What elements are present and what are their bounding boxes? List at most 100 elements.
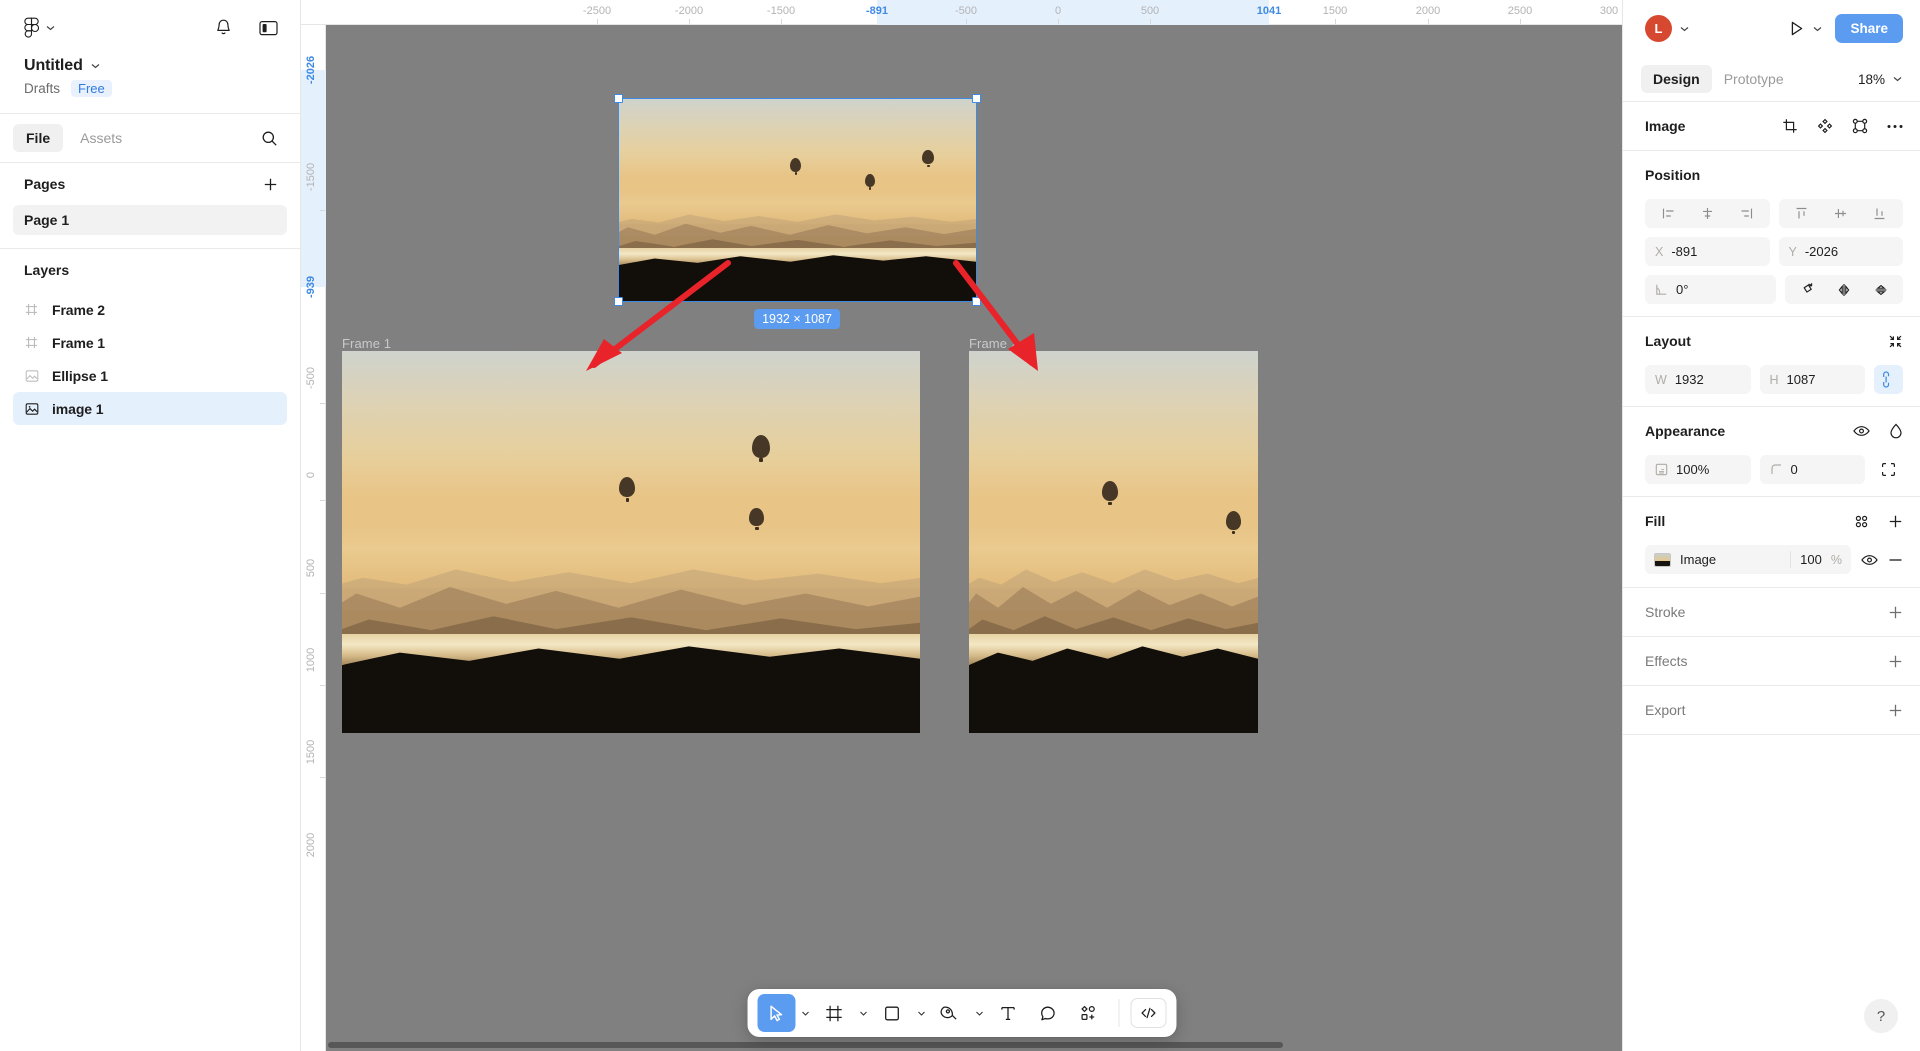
search-icon[interactable] bbox=[261, 130, 278, 147]
shape-tool-caret[interactable] bbox=[913, 1011, 929, 1016]
position-title: Position bbox=[1645, 167, 1701, 183]
play-icon[interactable] bbox=[1789, 20, 1804, 37]
minus-icon[interactable] bbox=[1888, 558, 1903, 562]
breadcrumb-drafts[interactable]: Drafts bbox=[24, 81, 60, 96]
align-bottom-icon[interactable] bbox=[1866, 201, 1894, 226]
horizontal-scrollbar[interactable] bbox=[326, 1042, 1612, 1048]
crop-icon[interactable] bbox=[1782, 118, 1798, 134]
more-icon[interactable] bbox=[1887, 124, 1903, 129]
file-title-row[interactable]: Untitled bbox=[24, 57, 276, 75]
layer-row[interactable]: Frame 2 bbox=[13, 293, 287, 326]
opacity-field[interactable]: 100% bbox=[1645, 455, 1751, 484]
pen-tool-caret[interactable] bbox=[971, 1011, 987, 1016]
fill-item[interactable]: Image 100 % bbox=[1645, 545, 1851, 574]
y-field[interactable]: Y -2026 bbox=[1778, 237, 1903, 266]
align-left-icon[interactable] bbox=[1654, 201, 1682, 226]
share-button[interactable]: Share bbox=[1835, 14, 1903, 43]
ruler-tick-label: -1500 bbox=[305, 162, 317, 192]
rotation-field[interactable]: 0° bbox=[1645, 275, 1776, 304]
align-vertical-center-icon[interactable] bbox=[1827, 201, 1855, 226]
zoom-control[interactable]: 18% bbox=[1858, 72, 1906, 87]
fill-opacity-value: 100 bbox=[1800, 552, 1822, 567]
layer-row[interactable]: image 1 bbox=[13, 392, 287, 425]
text-tool[interactable] bbox=[989, 994, 1027, 1032]
zoom-level-label: 18% bbox=[1857, 71, 1885, 87]
styles-icon[interactable] bbox=[1854, 514, 1869, 529]
help-button[interactable]: ? bbox=[1864, 999, 1898, 1033]
rotate-icon[interactable] bbox=[1793, 277, 1821, 302]
eye-icon[interactable] bbox=[1853, 425, 1870, 437]
collapse-icon[interactable] bbox=[1888, 334, 1903, 349]
layer-row[interactable]: Ellipse 1 bbox=[13, 359, 287, 392]
sidebar-toggle-icon[interactable] bbox=[259, 20, 278, 36]
dev-mode-toggle[interactable] bbox=[1130, 998, 1166, 1028]
ruler-top[interactable]: -2500 -2000 -1500 -891 -500 0 500 1041 1… bbox=[301, 0, 1622, 25]
resize-handle-bottom-right[interactable] bbox=[972, 297, 981, 306]
resize-handle-bottom-left[interactable] bbox=[614, 297, 623, 306]
selection-bounding-box[interactable] bbox=[614, 94, 981, 306]
chevron-down-icon bbox=[91, 63, 100, 69]
component-icon[interactable] bbox=[1817, 118, 1833, 134]
selected-image-artwork[interactable] bbox=[619, 99, 976, 301]
effects-header: Effects bbox=[1623, 637, 1920, 685]
menu-button[interactable] bbox=[24, 17, 55, 39]
ruler-tick bbox=[781, 19, 782, 24]
comment-tool[interactable] bbox=[1029, 994, 1067, 1032]
move-tool-caret[interactable] bbox=[797, 1011, 813, 1016]
frame-2-artwork[interactable] bbox=[969, 351, 1258, 733]
plus-icon[interactable] bbox=[1888, 514, 1903, 529]
move-tool[interactable] bbox=[757, 994, 795, 1032]
frame-1-artwork[interactable] bbox=[342, 351, 920, 733]
bell-icon[interactable] bbox=[215, 18, 232, 37]
eye-icon[interactable] bbox=[1861, 554, 1878, 566]
blend-mode-icon[interactable] bbox=[1889, 423, 1903, 439]
width-field[interactable]: W 1932 bbox=[1645, 365, 1751, 394]
plus-icon[interactable] bbox=[1888, 703, 1903, 718]
frame-tool-caret[interactable] bbox=[855, 1011, 871, 1016]
figma-logo-icon bbox=[24, 17, 39, 39]
plan-badge[interactable]: Free bbox=[71, 80, 112, 97]
canvas-area[interactable]: Frame 1 Frame 2 1932 × 1087 -2500 -2000 … bbox=[301, 0, 1622, 1051]
opacity-value: 100% bbox=[1676, 462, 1710, 477]
chevron-down-icon[interactable] bbox=[1680, 26, 1689, 32]
plus-icon[interactable] bbox=[263, 177, 278, 192]
tab-design[interactable]: Design bbox=[1641, 65, 1712, 93]
fill-name: Image bbox=[1680, 552, 1717, 567]
align-right-icon[interactable] bbox=[1732, 201, 1760, 226]
tab-file[interactable]: File bbox=[13, 124, 64, 152]
layers-title: Layers bbox=[24, 262, 70, 278]
layers-header: Layers bbox=[0, 249, 300, 291]
ruler-left[interactable]: -2026 -1500 -939 -500 0 500 1000 1500 20… bbox=[301, 25, 326, 1051]
resize-handle-top-left[interactable] bbox=[614, 94, 623, 103]
frame-label[interactable]: Frame 2 bbox=[969, 336, 1018, 351]
chevron-down-icon[interactable] bbox=[1813, 26, 1822, 32]
plugins-icon[interactable] bbox=[1069, 994, 1107, 1032]
shape-tool[interactable] bbox=[873, 994, 911, 1032]
frame-label[interactable]: Frame 1 bbox=[342, 336, 391, 351]
balloon-icon bbox=[1226, 511, 1242, 535]
ruler-tick-label-selected: -2026 bbox=[305, 55, 317, 85]
align-horizontal-center-icon[interactable] bbox=[1693, 201, 1721, 226]
height-field[interactable]: H 1087 bbox=[1759, 365, 1865, 394]
plus-icon[interactable] bbox=[1888, 654, 1903, 669]
corner-radius-field[interactable]: 0 bbox=[1759, 455, 1865, 484]
resize-handle-top-right[interactable] bbox=[972, 94, 981, 103]
flip-horizontal-icon[interactable] bbox=[1830, 277, 1858, 302]
avatar[interactable]: L bbox=[1645, 15, 1672, 42]
plus-icon[interactable] bbox=[1888, 605, 1903, 620]
pen-tool[interactable] bbox=[931, 994, 969, 1032]
canvas-viewport[interactable]: Frame 1 Frame 2 1932 × 1087 bbox=[326, 25, 1622, 1051]
tab-prototype[interactable]: Prototype bbox=[1712, 65, 1796, 93]
align-top-icon[interactable] bbox=[1788, 201, 1816, 226]
layer-row[interactable]: Frame 1 bbox=[13, 326, 287, 359]
scrollbar-thumb[interactable] bbox=[328, 1042, 1283, 1048]
x-field[interactable]: X -891 bbox=[1645, 237, 1770, 266]
flip-vertical-icon[interactable] bbox=[1867, 277, 1895, 302]
page-list-item[interactable]: Page 1 bbox=[13, 205, 287, 235]
tab-assets[interactable]: Assets bbox=[67, 124, 135, 152]
independent-corners-icon[interactable] bbox=[1874, 455, 1903, 484]
selection-icon[interactable] bbox=[1852, 118, 1868, 134]
corner-radius-icon bbox=[1770, 463, 1783, 476]
link-icon[interactable] bbox=[1874, 365, 1903, 394]
frame-tool[interactable] bbox=[815, 994, 853, 1032]
